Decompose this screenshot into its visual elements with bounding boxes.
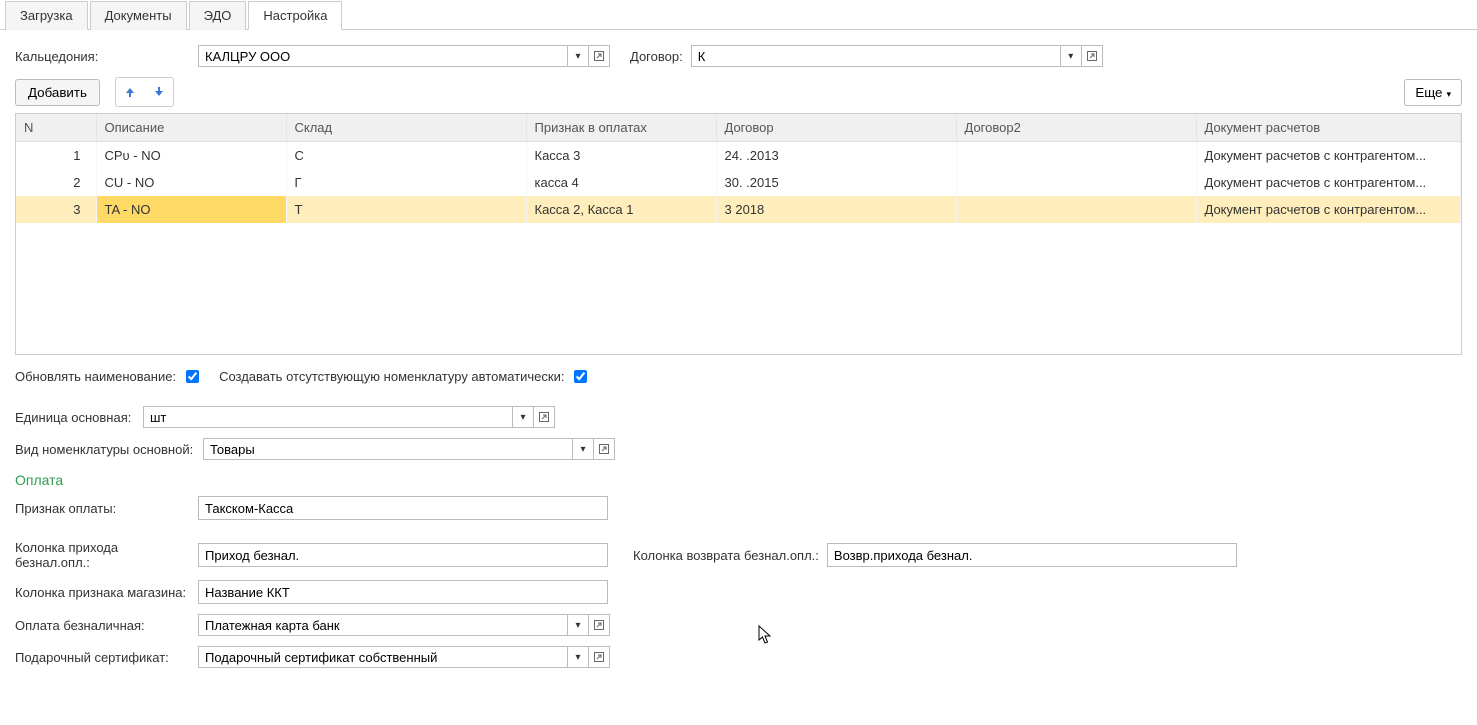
- tab-nastroika[interactable]: Настройка: [248, 1, 342, 30]
- cell-sklad[interactable]: С: [286, 142, 526, 170]
- tab-bar: Загрузка Документы ЭДО Настройка: [0, 0, 1477, 30]
- col-header-priznak[interactable]: Признак в оплатах: [526, 114, 716, 142]
- add-button[interactable]: Добавить: [15, 79, 100, 106]
- label-cert: Подарочный сертификат:: [15, 650, 190, 665]
- chevron-down-icon: ▾: [1446, 89, 1451, 99]
- label-unit: Единица основная:: [15, 410, 135, 425]
- cell-priznak[interactable]: Касса 3: [526, 142, 716, 170]
- settings-table: N Описание Склад Признак в оплатах Догов…: [15, 113, 1462, 355]
- col-header-desc[interactable]: Описание: [96, 114, 286, 142]
- open-dialog-icon[interactable]: [589, 45, 610, 67]
- label-dogovor: Договор:: [630, 49, 683, 64]
- tab-dokumenty[interactable]: Документы: [90, 1, 187, 30]
- cell-doc[interactable]: Документ расчетов с контрагентом...: [1196, 196, 1461, 223]
- cell-desc[interactable]: CU - NO: [96, 169, 286, 196]
- dogovor-input[interactable]: [691, 45, 1061, 67]
- move-down-button[interactable]: [146, 79, 172, 105]
- label-nomtype: Вид номенклатуры основной:: [15, 442, 195, 457]
- tab-edo[interactable]: ЭДО: [189, 1, 247, 30]
- cell-sklad[interactable]: Т: [286, 196, 526, 223]
- label-priznak-oplaty: Признак оплаты:: [15, 501, 190, 516]
- cert-input[interactable]: [198, 646, 568, 668]
- cell-dogovor[interactable]: 24. .2013: [716, 142, 956, 170]
- table-header-row: N Описание Склад Признак в оплатах Догов…: [16, 114, 1461, 142]
- open-dialog-icon[interactable]: [589, 646, 610, 668]
- tab-zagruzka[interactable]: Загрузка: [5, 1, 88, 30]
- unit-input[interactable]: [143, 406, 513, 428]
- table-row[interactable]: 1CPᴜ - NOСКасса 324. .2013 Документ расче…: [16, 142, 1461, 170]
- col-header-sklad[interactable]: Склад: [286, 114, 526, 142]
- dropdown-icon[interactable]: ▾: [568, 614, 589, 636]
- more-button[interactable]: Еще ▾: [1404, 79, 1462, 106]
- cell-dogovor2[interactable]: [956, 142, 1196, 170]
- dogovor-field: ▾: [691, 45, 1103, 67]
- dropdown-icon[interactable]: ▾: [573, 438, 594, 460]
- cell-n[interactable]: 3: [16, 196, 96, 223]
- col-header-dogovor2[interactable]: Договор2: [956, 114, 1196, 142]
- section-payment-title: Оплата: [15, 472, 1462, 488]
- dropdown-icon[interactable]: ▾: [513, 406, 534, 428]
- checkbox-auto-create[interactable]: [574, 370, 587, 383]
- priznak-oplaty-input[interactable]: [198, 496, 608, 520]
- cell-dogovor[interactable]: 30. .2015: [716, 169, 956, 196]
- dropdown-icon[interactable]: ▾: [568, 45, 589, 67]
- kaltsedoniya-input[interactable]: [198, 45, 568, 67]
- col-ret-input[interactable]: [827, 543, 1237, 567]
- label-col-ret: Колонка возврата безнал.опл.:: [633, 548, 819, 563]
- open-dialog-icon[interactable]: [594, 438, 615, 460]
- cell-doc[interactable]: Документ расчетов с контрагентом...: [1196, 169, 1461, 196]
- cell-dogovor2[interactable]: [956, 196, 1196, 223]
- cell-desc[interactable]: TA - NO: [96, 196, 286, 223]
- col-header-dogovor[interactable]: Договор: [716, 114, 956, 142]
- dropdown-icon[interactable]: ▾: [568, 646, 589, 668]
- cell-dogovor[interactable]: 3 2018: [716, 196, 956, 223]
- cell-priznak[interactable]: касса 4: [526, 169, 716, 196]
- table-row[interactable]: 3TA - NOТКасса 2, Касса 13 2018 Документ …: [16, 196, 1461, 223]
- cell-doc[interactable]: Документ расчетов с контрагентом...: [1196, 142, 1461, 170]
- cell-n[interactable]: 1: [16, 142, 96, 170]
- cell-sklad[interactable]: Г: [286, 169, 526, 196]
- label-col-mag: Колонка признака магазина:: [15, 585, 190, 600]
- dropdown-icon[interactable]: ▾: [1061, 45, 1082, 67]
- checkbox-update-name[interactable]: [186, 370, 199, 383]
- col-mag-input[interactable]: [198, 580, 608, 604]
- label-update-name: Обновлять наименование:: [15, 369, 176, 384]
- open-dialog-icon[interactable]: [1082, 45, 1103, 67]
- nomtype-input[interactable]: [203, 438, 573, 460]
- cell-priznak[interactable]: Касса 2, Касса 1: [526, 196, 716, 223]
- label-kaltsedoniya: Кальцедония:: [15, 49, 190, 64]
- more-label: Еще: [1415, 85, 1442, 100]
- move-up-button[interactable]: [117, 79, 143, 105]
- table-row[interactable]: 2CU - NOГкасса 430. .2015 Документ расчет…: [16, 169, 1461, 196]
- col-header-n[interactable]: N: [16, 114, 96, 142]
- label-col-in: Колонка прихода безнал.опл.:: [15, 540, 190, 570]
- pay-bn-input[interactable]: [198, 614, 568, 636]
- kaltsedoniya-field: ▾: [198, 45, 610, 67]
- cell-dogovor2[interactable]: [956, 169, 1196, 196]
- col-header-doc[interactable]: Документ расчетов: [1196, 114, 1461, 142]
- label-auto-create: Создавать отсутствующую номенклатуру авт…: [219, 369, 564, 384]
- cell-n[interactable]: 2: [16, 169, 96, 196]
- cell-desc[interactable]: CPᴜ - NO: [96, 142, 286, 170]
- col-in-input[interactable]: [198, 543, 608, 567]
- label-pay-bn: Оплата безналичная:: [15, 618, 190, 633]
- open-dialog-icon[interactable]: [534, 406, 555, 428]
- open-dialog-icon[interactable]: [589, 614, 610, 636]
